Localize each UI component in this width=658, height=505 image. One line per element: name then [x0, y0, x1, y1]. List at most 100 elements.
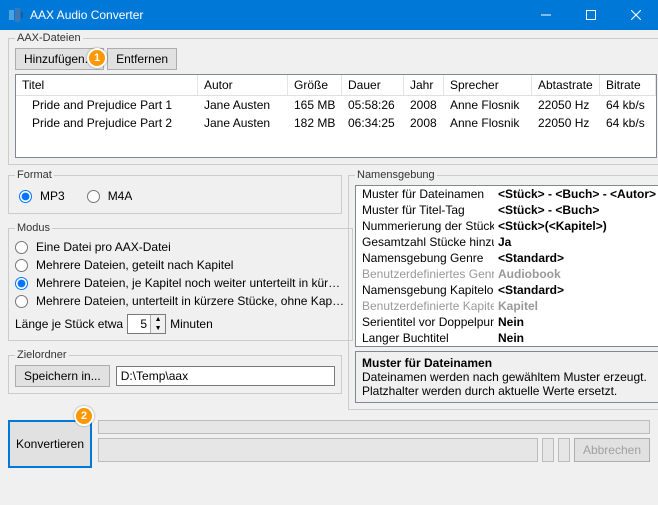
cell-year: 2008	[404, 115, 444, 131]
cell-narr: Anne Flosnik	[444, 115, 532, 131]
naming-value: <Stück>(<Kapitel>)	[494, 218, 658, 234]
naming-row[interactable]: Nummerierung der Stücke<Stück>(<Kapitel>…	[356, 218, 658, 234]
cell-author: Jane Austen	[198, 115, 288, 131]
mode-opt4-radio[interactable]	[15, 295, 28, 308]
naming-label: Benutzerdefiniertes Genre	[356, 266, 494, 282]
naming-label: Muster für Dateinamen	[356, 186, 494, 202]
remove-button[interactable]: Entfernen	[107, 48, 177, 70]
spin-down-icon[interactable]: ▼	[151, 324, 165, 333]
naming-label: Namensgebung Kapitelordner	[356, 282, 494, 298]
naming-label: Langer Buchtitel	[356, 330, 494, 346]
th-narrator[interactable]: Sprecher	[444, 75, 532, 95]
naming-row[interactable]: Gesamtzahl Stücke hinzufügenJa	[356, 234, 658, 250]
window-title: AAX Audio Converter	[30, 8, 523, 22]
callout-2: 2	[74, 406, 94, 426]
cell-narr: Anne Flosnik	[444, 97, 532, 113]
hint-line2: Platzhalter werden durch aktuelle Werte …	[362, 384, 654, 398]
progress-bar-1	[98, 420, 650, 434]
cell-title: Pride and Prejudice Part 1	[16, 97, 198, 113]
maximize-button[interactable]	[568, 0, 613, 30]
th-title[interactable]: Titel	[16, 75, 198, 95]
naming-row[interactable]: Muster für Dateinamen<Stück> - <Buch> - …	[356, 186, 658, 202]
length-spinner[interactable]: ▲▼	[127, 314, 166, 334]
naming-value: Nein	[494, 314, 658, 330]
aax-legend: AAX-Dateien	[15, 32, 83, 44]
length-prefix: Länge je Stück etwa	[15, 317, 123, 331]
naming-row[interactable]: Langer BuchtitelNein	[356, 330, 658, 346]
modus-group: Modus Eine Datei pro AAX-Datei Mehrere D…	[8, 222, 353, 341]
naming-row[interactable]: Serientitel vor DoppelpunktNein	[356, 314, 658, 330]
naming-value: Ja	[494, 234, 658, 250]
file-table[interactable]: Titel Autor Größe Dauer Jahr Sprecher Ab…	[15, 74, 657, 158]
mode-opt4-label: Mehrere Dateien, unterteilt in kürzere S…	[36, 294, 346, 308]
convert-button[interactable]: Konvertieren	[8, 420, 92, 468]
naming-legend: Namensgebung	[355, 169, 437, 181]
naming-label: Namensgebung Genre	[356, 250, 494, 266]
target-path-input[interactable]	[116, 366, 335, 386]
modus-legend: Modus	[15, 222, 52, 234]
abort-button[interactable]: Abbrechen	[574, 438, 650, 462]
cell-rate: 22050 Hz	[532, 97, 600, 113]
save-in-button[interactable]: Speichern in...	[15, 365, 110, 387]
progress-bar-2	[98, 438, 538, 462]
close-button[interactable]	[613, 0, 658, 30]
callout-1: 1	[87, 48, 107, 68]
naming-label: Nummerierung der Stücke	[356, 218, 494, 234]
th-bitrate[interactable]: Bitrate	[600, 75, 656, 95]
mode-opt3-label: Mehrere Dateien, je Kapitel noch weiter …	[36, 276, 346, 290]
th-size[interactable]: Größe	[288, 75, 342, 95]
zielordner-group: Zielordner Speichern in...	[8, 349, 342, 394]
format-group: Format MP3 M4A	[8, 169, 342, 214]
mode-opt2-radio[interactable]	[15, 259, 28, 272]
minimize-button[interactable]	[523, 0, 568, 30]
naming-row[interactable]: Benutzerdefinierte KapitelKapitel	[356, 298, 658, 314]
format-legend: Format	[15, 169, 54, 181]
table-row[interactable]: Pride and Prejudice Part 1Jane Austen165…	[16, 96, 656, 114]
mode-opt2-label: Mehrere Dateien, geteilt nach Kapitel	[36, 258, 233, 272]
ziel-legend: Zielordner	[15, 349, 69, 361]
mode-opt3-radio[interactable]	[15, 277, 28, 290]
naming-value: Kapitel	[494, 298, 658, 314]
mode-opt1-label: Eine Datei pro AAX-Datei	[36, 240, 171, 254]
th-author[interactable]: Autor	[198, 75, 288, 95]
naming-value: Nein	[494, 330, 658, 346]
th-samplerate[interactable]: Abtastrate	[532, 75, 600, 95]
th-duration[interactable]: Dauer	[342, 75, 404, 95]
cell-dur: 06:34:25	[342, 115, 404, 131]
naming-value: <Standard>	[494, 282, 658, 298]
cell-year: 2008	[404, 97, 444, 113]
naming-table[interactable]: Muster für Dateinamen<Stück> - <Buch> - …	[355, 185, 658, 347]
cell-size: 165 MB	[288, 97, 342, 113]
length-suffix: Minuten	[170, 317, 213, 331]
cell-bitrate: 64 kb/s	[600, 115, 656, 131]
naming-row[interactable]: Namensgebung Genre<Standard>	[356, 250, 658, 266]
spin-up-icon[interactable]: ▲	[151, 315, 165, 324]
naming-group: Namensgebung Muster für Dateinamen<Stück…	[348, 169, 658, 410]
cell-title: Pride and Prejudice Part 2	[16, 115, 198, 131]
naming-row[interactable]: Muster für Titel-Tag<Stück> - <Buch>	[356, 202, 658, 218]
cell-author: Jane Austen	[198, 97, 288, 113]
progress-indicator-2	[558, 438, 570, 462]
window-titlebar: AAX Audio Converter	[0, 0, 658, 30]
cell-dur: 05:58:26	[342, 97, 404, 113]
naming-label: Serientitel vor Doppelpunkt	[356, 314, 494, 330]
naming-value: Audiobook	[494, 266, 658, 282]
mode-opt1-radio[interactable]	[15, 241, 28, 254]
cell-rate: 22050 Hz	[532, 115, 600, 131]
format-mp3-label: MP3	[40, 189, 65, 203]
format-m4a-label: M4A	[108, 189, 133, 203]
format-mp3-radio[interactable]	[19, 190, 32, 203]
table-row[interactable]: Pride and Prejudice Part 2Jane Austen182…	[16, 114, 656, 132]
naming-value: <Stück> - <Buch> - <Autor>	[494, 186, 658, 202]
app-icon	[8, 7, 24, 23]
format-m4a-radio[interactable]	[87, 190, 100, 203]
hint-line1: Dateinamen werden nach gewähltem Muster …	[362, 370, 654, 384]
cell-size: 182 MB	[288, 115, 342, 131]
naming-hint: Muster für Dateinamen Dateinamen werden …	[355, 351, 658, 403]
hint-title: Muster für Dateinamen	[362, 356, 654, 370]
naming-label: Benutzerdefinierte Kapitel	[356, 298, 494, 314]
length-input[interactable]	[128, 317, 150, 331]
naming-row[interactable]: Namensgebung Kapitelordner<Standard>	[356, 282, 658, 298]
th-year[interactable]: Jahr	[404, 75, 444, 95]
naming-row[interactable]: Benutzerdefiniertes GenreAudiobook	[356, 266, 658, 282]
